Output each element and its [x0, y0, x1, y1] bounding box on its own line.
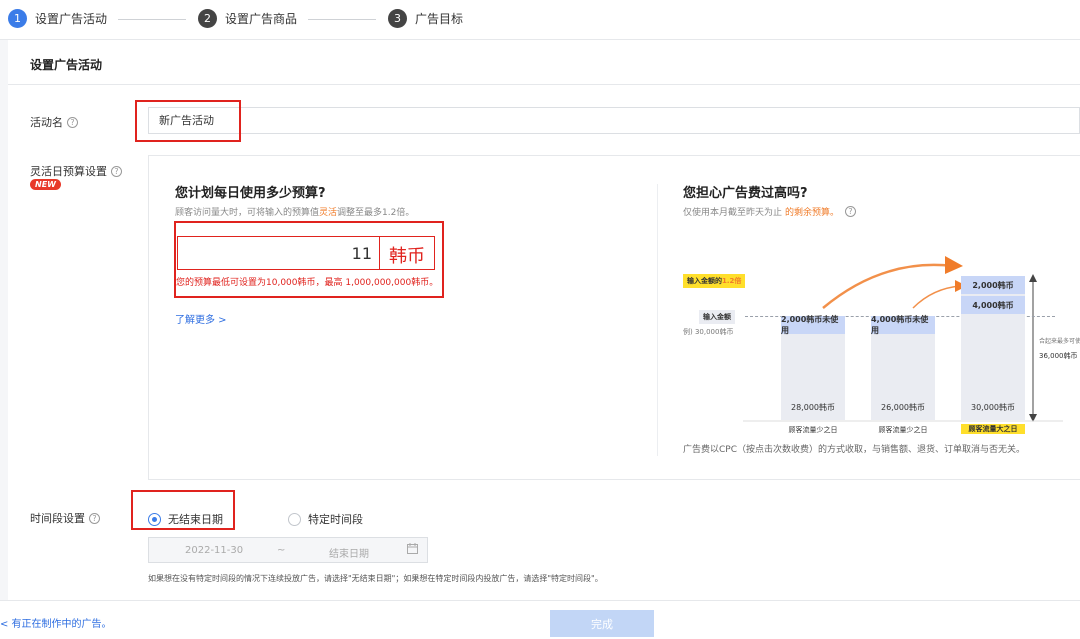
divider [657, 184, 658, 456]
worry-sub-highlight: 的剩余预算。 [785, 208, 840, 218]
step-divider [308, 19, 376, 20]
budget-subtext: 顾客访问量大时，可将输入的预算值灵活调整至最多1.2倍。 [175, 205, 414, 218]
campaign-card: 设置广告活动 活动名 ? 新广告活动 灵活日预算设置 ? NEW 您计划每日使用… [8, 40, 1080, 600]
bar-used: 28,000韩币 [791, 403, 835, 412]
schedule-label-text: 时间段设置 [30, 512, 85, 525]
step-2-number: 2 [198, 9, 217, 28]
radio-unchecked-icon [288, 512, 301, 526]
help-icon[interactable]: ? [89, 512, 100, 524]
bar-extra-1: 2,000韩币 [961, 276, 1025, 294]
step-1[interactable]: 1 设置广告活动 [8, 9, 107, 28]
worry-subtext: 仅使用本月截至昨天为止 的剩余预算。 ? [683, 205, 857, 218]
bar-unused: 2,000韩币未使用 [781, 315, 845, 335]
date-range-picker[interactable]: 2022-11-30 ~ 结束日期 [148, 537, 428, 563]
stepper: 1 设置广告活动 2 设置广告商品 3 广告目标 [0, 0, 1080, 40]
radio-specific-period[interactable]: 特定时间段 [288, 511, 363, 527]
card-title: 设置广告活动 [30, 58, 103, 72]
step-divider [118, 19, 186, 20]
budget-panel: 您计划每日使用多少预算? 顾客访问量大时，可将输入的预算值灵活调整至最多1.2倍… [148, 155, 1080, 480]
bar-label: 顾客流量少之日 [878, 426, 928, 434]
side-note: 合起来最多可使用 [1039, 338, 1080, 345]
calendar-icon [407, 543, 418, 557]
schedule-help-text: 如果想在没有特定时间段的情况下连续投放广告，请选择"无结束日期"；如果想在特定时… [148, 574, 603, 583]
done-button[interactable]: 完成 [550, 610, 654, 637]
step-1-number: 1 [8, 9, 27, 28]
end-date-placeholder: 结束日期 [329, 549, 369, 560]
step-3[interactable]: 3 广告目标 [388, 9, 463, 28]
budget-label: 灵活日预算设置 ? [30, 163, 122, 179]
step-2[interactable]: 2 设置广告商品 [198, 9, 297, 28]
campaign-name-label: 活动名 ? [30, 114, 78, 130]
max-tag-highlight: 1.2倍 [722, 277, 742, 285]
example-note: 例) 30,000韩币 [683, 328, 734, 336]
step-1-label: 设置广告活动 [35, 12, 108, 26]
bar-used: 30,000韩币 [971, 403, 1015, 412]
bar-unused: 4,000韩币未使用 [871, 315, 935, 335]
date-separator: ~ [277, 545, 286, 556]
worry-footnote: 广告费以CPC（按点击次数收费）的方式收取，与销售额、退货、订单取消与否无关。 [683, 445, 1025, 455]
bar-extra-2: 4,000韩币 [961, 296, 1025, 314]
step-2-label: 设置广告商品 [225, 12, 298, 26]
schedule-label: 时间段设置 ? [30, 510, 100, 526]
bar-label-highlight: 顾客流量大之日 [961, 424, 1025, 434]
footer-bar: < 有正在制作中的广告。 完成 [0, 600, 1080, 639]
max-tag-text: 输入金额的 [687, 277, 722, 285]
budget-sub-prefix: 顾客访问量大时，可将输入的预算值 [175, 208, 320, 218]
budget-illustration: 输入金额的1.2倍 输入金额 例) 30,000韩币 2,000韩币未使用 28… [683, 238, 1080, 434]
step-3-number: 3 [388, 9, 407, 28]
draft-ads-link[interactable]: < 有正在制作中的广告。 [0, 615, 112, 630]
input-amount-tag: 输入金额 [699, 310, 735, 324]
highlight-box [135, 100, 241, 142]
max-amount-tag: 输入金额的1.2倍 [683, 274, 746, 288]
bar-used: 26,000韩币 [881, 403, 925, 412]
new-badge: NEW [30, 179, 61, 190]
highlight-box [131, 490, 235, 530]
budget-label-text: 灵活日预算设置 [30, 165, 107, 178]
worry-sub-text: 仅使用本月截至昨天为止 [683, 208, 783, 218]
budget-question: 您计划每日使用多少预算? [175, 186, 326, 201]
side-note-amount: 36,000韩币 [1039, 352, 1078, 360]
learn-more-link[interactable]: 了解更多 > [175, 311, 227, 326]
help-icon[interactable]: ? [67, 116, 78, 128]
campaign-name-input[interactable]: 新广告活动 [148, 107, 1080, 134]
worry-title: 您担心广告费过高吗? [683, 186, 808, 201]
radio-specific-label: 特定时间段 [308, 513, 363, 526]
campaign-name-label-text: 活动名 [30, 116, 63, 129]
budget-sub-suffix: 调整至最多1.2倍。 [337, 208, 415, 218]
budget-sub-highlight: 灵活 [319, 208, 338, 218]
help-icon[interactable]: ? [845, 206, 857, 217]
highlight-box [174, 221, 444, 298]
step-3-label: 广告目标 [415, 12, 464, 26]
help-icon[interactable]: ? [111, 165, 122, 177]
divider [8, 84, 1080, 85]
bar-label: 顾客流量少之日 [788, 426, 838, 434]
start-date: 2022-11-30 [185, 545, 244, 556]
